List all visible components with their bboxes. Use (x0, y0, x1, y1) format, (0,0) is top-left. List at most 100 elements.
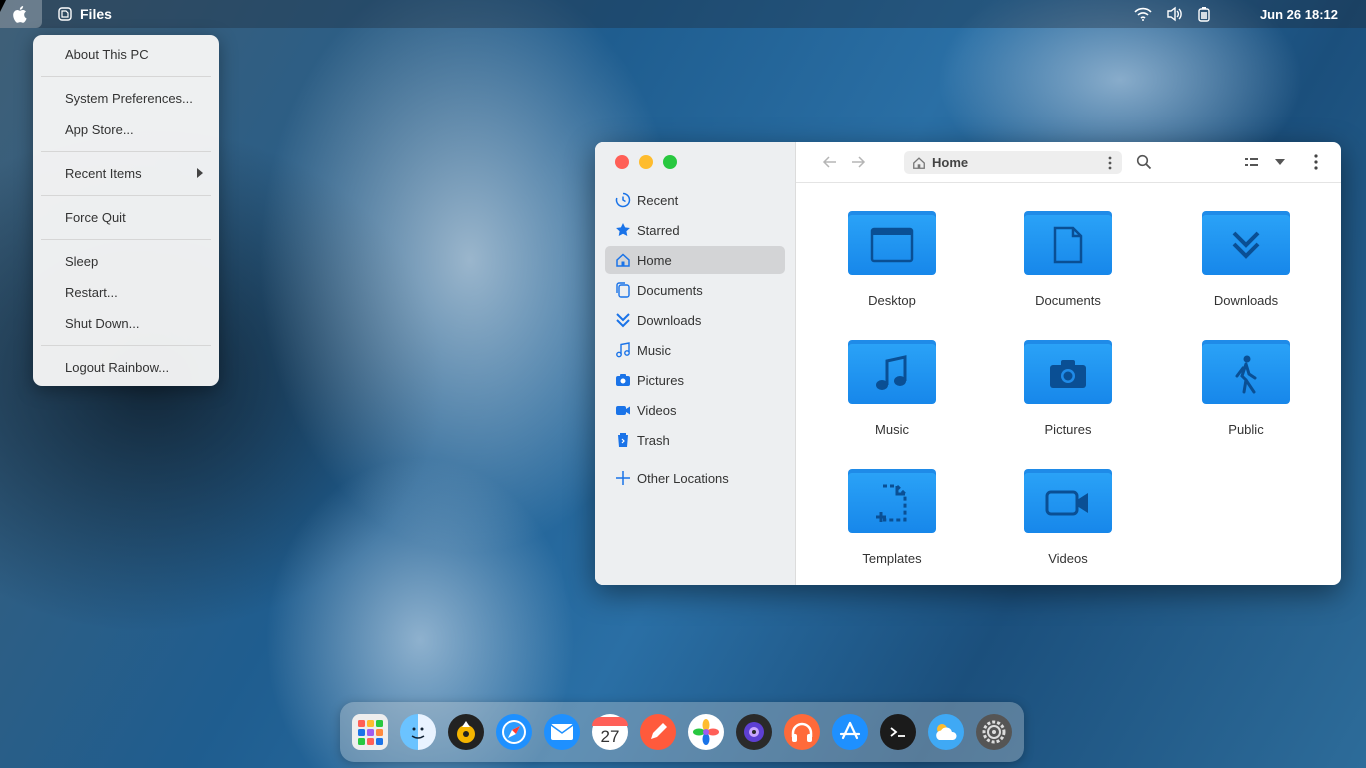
sidebar-item-music[interactable]: Music (605, 336, 785, 364)
folder-label: Templates (862, 551, 922, 566)
sidebar-item-downloads[interactable]: Downloads (605, 306, 785, 334)
dock-finder[interactable] (400, 714, 436, 750)
main-menu-icon[interactable] (1306, 152, 1326, 172)
sidebar-item-recent[interactable]: Recent (605, 186, 785, 214)
folder-label: Public (1228, 422, 1264, 437)
search-icon[interactable] (1134, 152, 1154, 172)
minimize-button[interactable] (639, 155, 653, 169)
menu-sleep[interactable]: Sleep (65, 254, 98, 269)
current-path: Home (932, 155, 969, 170)
folder-pictures[interactable]: Pictures (998, 340, 1138, 437)
sidebar-item-label: Home (637, 252, 672, 268)
dock: 27 (340, 702, 1024, 762)
dock-calendar[interactable]: 27 (592, 714, 628, 750)
submenu-arrow-icon (197, 168, 203, 178)
menu-system-preferences[interactable]: System Preferences... (65, 91, 193, 106)
chevron-down-icon[interactable] (1270, 152, 1290, 172)
files-app-icon (58, 7, 72, 21)
menu-force-quit[interactable]: Force Quit (65, 210, 126, 225)
folder-music[interactable]: Music (822, 340, 962, 437)
folder-videos[interactable]: Videos (998, 469, 1138, 566)
menu-recent-items[interactable]: Recent Items (65, 166, 142, 181)
photos-icon (693, 719, 719, 745)
folder-public[interactable]: Public (1176, 340, 1316, 437)
forward-arrow-icon[interactable] (848, 152, 868, 172)
close-button[interactable] (615, 155, 629, 169)
person-walking-icon (1235, 355, 1257, 394)
battery-icon[interactable] (1198, 6, 1210, 22)
home-icon (615, 252, 631, 268)
path-menu-icon[interactable] (1108, 156, 1112, 170)
folder-label: Desktop (868, 293, 916, 308)
back-arrow-icon[interactable] (820, 152, 840, 172)
sidebar-item-starred[interactable]: Starred (605, 216, 785, 244)
folder-documents[interactable]: Documents (998, 211, 1138, 308)
sidebar-item-label: Downloads (637, 312, 702, 328)
dock-notes[interactable] (640, 714, 676, 750)
menu-app-store[interactable]: App Store... (65, 122, 134, 137)
camera-icon (615, 372, 631, 388)
video-icon (1045, 490, 1088, 516)
mail-icon (550, 724, 574, 740)
sidebar-item-trash[interactable]: Trash (605, 426, 785, 454)
video-icon (615, 402, 631, 418)
sidebar-item-label: Music (637, 342, 671, 358)
wifi-icon[interactable] (1134, 7, 1152, 21)
folder-downloads[interactable]: Downloads (1176, 211, 1316, 308)
menu-separator (41, 239, 211, 240)
folder-desktop[interactable]: Desktop (822, 211, 962, 308)
plus-icon (615, 470, 631, 486)
terminal-icon (890, 727, 905, 737)
sidebar-item-documents[interactable]: Documents (605, 276, 785, 304)
dock-app-store[interactable] (832, 714, 868, 750)
pencil-icon (651, 723, 667, 739)
star-icon (615, 222, 631, 238)
maximize-button[interactable] (663, 155, 677, 169)
sidebar-item-pictures[interactable]: Pictures (605, 366, 785, 394)
sidebar: Recent Starred Home Documents Downloads (595, 142, 796, 585)
weather-icon (936, 724, 957, 740)
list-view-icon[interactable] (1242, 152, 1262, 172)
app-store-icon (839, 721, 861, 740)
dock-terminal[interactable] (880, 714, 916, 750)
sidebar-item-other-locations[interactable]: Other Locations (605, 464, 785, 492)
menu-about[interactable]: About This PC (65, 47, 149, 62)
dock-safari[interactable] (496, 714, 532, 750)
menu-logout[interactable]: Logout Rainbow... (65, 360, 169, 375)
menu-shut-down[interactable]: Shut Down... (65, 316, 139, 331)
sidebar-item-home[interactable]: Home (605, 246, 785, 274)
dock-settings[interactable] (976, 714, 1012, 750)
sidebar-item-videos[interactable]: Videos (605, 396, 785, 424)
volume-icon[interactable] (1166, 6, 1184, 22)
apple-menu-button[interactable] (0, 0, 42, 28)
dock-photos[interactable] (688, 714, 724, 750)
dock-launchpad[interactable] (352, 714, 388, 750)
dock-music-player[interactable] (448, 714, 484, 750)
dock-headphones[interactable] (784, 714, 820, 750)
compass-icon (502, 720, 526, 744)
menu-restart[interactable]: Restart... (65, 285, 118, 300)
status-area: Jun 26 18:12 (1134, 0, 1338, 28)
sidebar-item-label: Starred (637, 222, 680, 238)
music-icon (615, 342, 631, 358)
active-app[interactable]: Files (58, 6, 112, 22)
folder-label: Documents (1035, 293, 1101, 308)
lens-icon (744, 722, 764, 742)
menu-separator (41, 195, 211, 196)
dock-mail[interactable] (544, 714, 580, 750)
path-bar[interactable]: Home (904, 151, 1122, 174)
sidebar-item-label: Documents (637, 282, 703, 298)
menu-separator (41, 76, 211, 77)
dock-screen-recorder[interactable] (736, 714, 772, 750)
dock-weather[interactable] (928, 714, 964, 750)
music-icon (876, 355, 907, 390)
calendar-day: 27 (600, 726, 620, 746)
clock[interactable]: Jun 26 18:12 (1260, 7, 1338, 22)
sidebar-item-label: Other Locations (637, 470, 729, 486)
headphones-icon (791, 722, 813, 742)
folder-label: Music (875, 422, 909, 437)
gear-icon (982, 720, 1006, 744)
top-bar: Files Jun 26 18:12 (0, 0, 1366, 28)
folder-templates[interactable]: Templates (822, 469, 962, 566)
document-icon (1053, 226, 1083, 264)
